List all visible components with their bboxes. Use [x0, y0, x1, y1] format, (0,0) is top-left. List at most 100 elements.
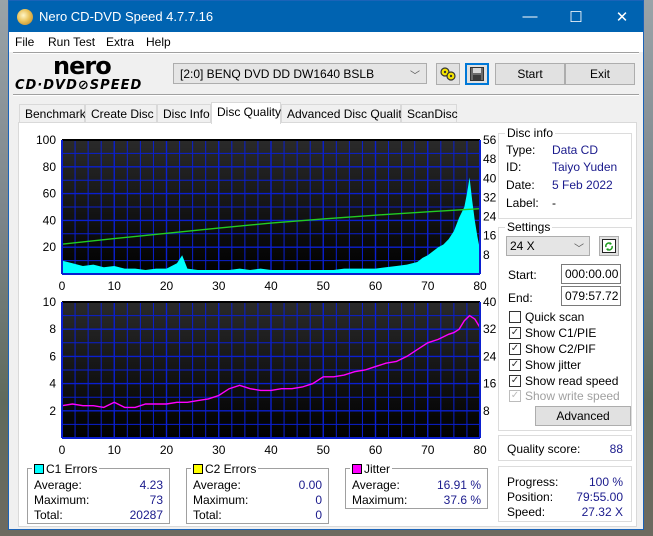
y-left-tick-label: 40 [43, 213, 57, 227]
c1-maximum-label: Maximum: [34, 493, 90, 507]
c1-average-value: 4.23 [139, 478, 163, 492]
eject-button[interactable] [436, 63, 460, 85]
label-value: - [552, 196, 556, 210]
menu-bar: File Run Test Extra Help [9, 32, 643, 52]
logo-cd-dvd-speed-text: CD·DVD⊘SPEED [15, 78, 143, 93]
x-tick-label: 20 [160, 279, 174, 293]
chevron-down-icon: ﹀ [574, 244, 584, 255]
x-tick-label: 0 [59, 279, 66, 293]
x-tick-label: 70 [421, 443, 435, 457]
save-button[interactable] [465, 63, 489, 85]
drive-select[interactable]: [2:0] BENQ DVD DD DW1640 BSLB ﹀ [173, 63, 427, 84]
c2-total-value: 0 [315, 508, 322, 522]
tab-create-disc[interactable]: Create Disc [85, 104, 157, 123]
chevron-down-icon: ﹀ [410, 71, 420, 82]
menu-run-test[interactable]: Run Test [48, 35, 95, 49]
toolbar: nero CD·DVD⊘SPEED [2:0] BENQ DVD DD DW16… [9, 52, 643, 96]
y-right-tick-label: 40 [483, 171, 497, 185]
x-tick-label: 30 [212, 279, 226, 293]
tab-scandisc[interactable]: ScanDisc [401, 104, 458, 123]
end-label: End: [508, 291, 533, 305]
speed-label: Speed: [507, 505, 546, 519]
maximize-button[interactable]: ☐ [553, 1, 599, 32]
y-right-tick-label: 32 [483, 322, 497, 336]
y-right-tick-label: 40 [483, 295, 497, 309]
disc-quality-panel: 0 10 20 30 40 50 60 70 80 20 40 60 80 100 8 16 24 32 40 48 5… [18, 122, 637, 527]
checkbox-label: Show C2/PIF [525, 342, 596, 356]
y-left-tick-label: 60 [43, 187, 57, 201]
y-right-tick-label: 56 [483, 133, 497, 147]
y-right-tick-label: 16 [483, 377, 497, 391]
checkbox-label: Show C1/PIE [525, 326, 597, 340]
menu-extra[interactable]: Extra [106, 35, 134, 49]
y-right-tick-label: 16 [483, 229, 497, 243]
refresh-speed-button[interactable] [599, 236, 619, 256]
c1-maximum-value: 73 [149, 493, 163, 507]
c2-average-value: 0.00 [298, 478, 322, 492]
x-tick-label: 50 [317, 443, 331, 457]
refresh-icon [602, 239, 616, 253]
y-left-tick-label: 10 [43, 295, 57, 309]
c1-total-label: Total: [34, 508, 63, 522]
y-right-tick-label: 32 [483, 190, 497, 204]
check-icon: ✓ [509, 343, 521, 355]
y-right-tick-label: 48 [483, 152, 497, 166]
c2-legend-swatch [193, 464, 203, 474]
type-label: Type: [506, 143, 536, 157]
date-value: 5 Feb 2022 [552, 178, 613, 192]
progress-label: Progress: [507, 475, 559, 489]
type-value: Data CD [552, 143, 599, 157]
tab-disc-info[interactable]: Disc Info [157, 104, 211, 123]
checkbox-label: Quick scan [525, 310, 585, 324]
c1-average-label: Average: [34, 478, 82, 492]
check-icon: ✓ [509, 375, 521, 387]
menu-help[interactable]: Help [146, 35, 171, 49]
start-button[interactable]: Start [495, 63, 565, 85]
y-left-tick-label: 100 [36, 133, 56, 147]
quality-score-value: 88 [609, 442, 623, 456]
checkbox-label: Show write speed [525, 389, 620, 403]
settings-group: Settings 24 X ﹀ Start: 000:00.00 End: 07… [498, 220, 632, 431]
speed-select-value: 24 X [510, 239, 535, 253]
window-title: Nero CD-DVD Speed 4.7.7.16 [39, 9, 214, 24]
tab-advanced-disc-quality[interactable]: Advanced Disc Quality [281, 104, 408, 123]
c1-errors-title: C1 Errors [32, 462, 100, 476]
x-tick-label: 20 [160, 443, 174, 457]
checkbox-box [509, 311, 521, 323]
progress-value: 100 % [588, 475, 623, 489]
end-input[interactable]: 079:57.72 [561, 286, 621, 306]
minimize-button[interactable]: — [507, 1, 553, 32]
c2-errors-title: C2 Errors [191, 462, 259, 476]
app-icon [17, 9, 33, 25]
x-tick-label: 70 [421, 279, 435, 293]
x-tick-label: 10 [108, 443, 122, 457]
disc-info-group: Disc info Type: Data CD ID: Taiyo Yuden … [498, 126, 632, 219]
c2-average-label: Average: [193, 478, 241, 492]
c2-maximum-label: Maximum: [193, 493, 249, 507]
start-input[interactable]: 000:00.00 [561, 264, 621, 284]
quality-score-group: Quality score: 88 [498, 435, 632, 461]
title-bar[interactable]: Nero CD-DVD Speed 4.7.7.16 — ☐ ✕ [9, 1, 643, 32]
y-right-tick-label: 24 [483, 349, 497, 363]
tab-benchmark[interactable]: Benchmark [19, 104, 86, 123]
jitter-legend-swatch [352, 464, 362, 474]
check-icon: ✓ [509, 390, 521, 402]
jitter-average-value: 16.91 % [436, 478, 481, 492]
tab-disc-quality[interactable]: Disc Quality [211, 102, 281, 124]
quality-score-label: Quality score: [507, 442, 581, 456]
drive-select-value: [2:0] BENQ DVD DD DW1640 BSLB [180, 67, 375, 81]
id-value: Taiyo Yuden [552, 160, 618, 174]
menu-file[interactable]: File [15, 35, 34, 49]
date-label: Date: [506, 178, 535, 192]
nero-logo: nero CD·DVD⊘SPEED [15, 52, 167, 94]
y-right-tick-label: 8 [483, 404, 490, 418]
jitter-title: Jitter [350, 462, 393, 476]
close-button[interactable]: ✕ [599, 1, 645, 32]
advanced-button[interactable]: Advanced [535, 406, 631, 426]
jitter-maximum-label: Maximum: [352, 493, 408, 507]
speed-value: 27.32 X [581, 505, 623, 519]
exit-button[interactable]: Exit [565, 63, 635, 85]
speed-select[interactable]: 24 X ﹀ [506, 236, 590, 256]
label-label: Label: [506, 196, 539, 210]
c1-title-text: C1 Errors [46, 462, 98, 476]
